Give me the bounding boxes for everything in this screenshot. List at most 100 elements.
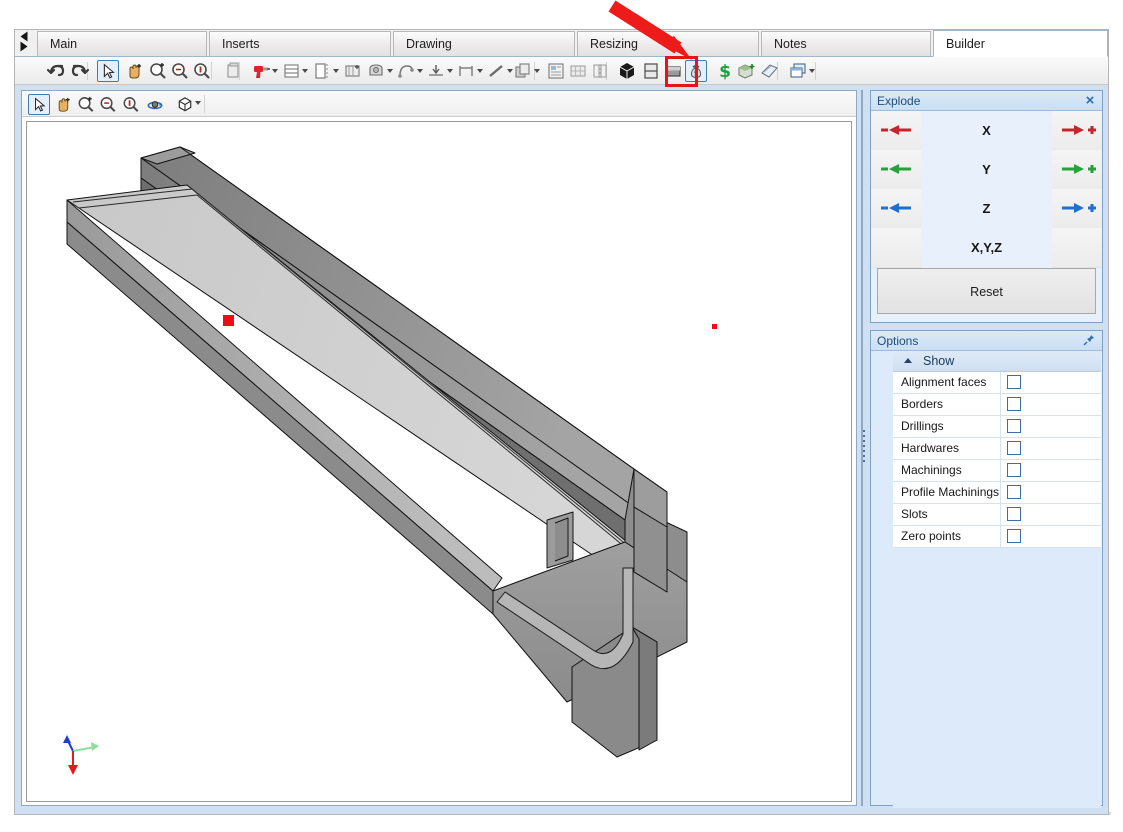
- window-layout-button[interactable]: [787, 60, 809, 82]
- tab-scroll-buttons[interactable]: [17, 30, 31, 56]
- checkbox-zero-points[interactable]: [1007, 529, 1021, 543]
- tab-drawing[interactable]: Drawing: [393, 31, 575, 56]
- cursor-arrow-icon: [98, 61, 118, 81]
- chevron-down-icon[interactable]: [302, 69, 308, 73]
- chevron-down-icon[interactable]: [195, 101, 201, 105]
- option-value-cell: [1001, 438, 1101, 459]
- chevron-down-icon[interactable]: [809, 69, 815, 73]
- model-3d-viewport[interactable]: [26, 121, 852, 802]
- redo-button[interactable]: [69, 60, 91, 82]
- close-icon[interactable]: ×: [1082, 93, 1098, 109]
- explode-z-minus[interactable]: [871, 189, 921, 229]
- option-label-slots: Slots: [893, 504, 1001, 525]
- option-label-profile-machinings: Profile Machinings: [893, 482, 1001, 503]
- reset-button[interactable]: Reset: [877, 268, 1096, 314]
- explode-y-minus[interactable]: [871, 150, 921, 190]
- line-tool-button[interactable]: [485, 60, 507, 82]
- copy-element-button[interactable]: [222, 60, 244, 82]
- toolbar-separator: [815, 62, 816, 80]
- checkbox-machinings[interactable]: [1007, 463, 1021, 477]
- chevron-down-icon[interactable]: [477, 69, 483, 73]
- options-group-show[interactable]: Show: [893, 351, 1101, 372]
- pan-tool-button[interactable]: [123, 60, 145, 82]
- chevron-down-icon[interactable]: [447, 69, 453, 73]
- tab-main[interactable]: Main: [37, 31, 207, 56]
- columns-layout-button[interactable]: [589, 60, 611, 82]
- explode-axis-label-x: X: [982, 123, 991, 138]
- report-button[interactable]: [545, 60, 567, 82]
- viewport-select-button[interactable]: [28, 94, 50, 115]
- price-dollar-button[interactable]: $: [714, 60, 736, 82]
- tab-builder[interactable]: Builder: [933, 30, 1108, 57]
- svg-text:$: $: [719, 62, 731, 82]
- view-cube-icon: [174, 94, 196, 115]
- cost-money-bag-button[interactable]: $: [685, 60, 707, 82]
- checkbox-slots[interactable]: [1007, 507, 1021, 521]
- chevron-down-icon[interactable]: [333, 69, 339, 73]
- viewport-zoom-out-button[interactable]: [97, 94, 119, 115]
- splitter-grip-dot: [863, 445, 865, 447]
- tab-inserts[interactable]: Inserts: [209, 31, 391, 56]
- pin-icon[interactable]: [1082, 333, 1098, 349]
- zoom-fit-icon: [120, 94, 142, 115]
- sweep-tool-button[interactable]: [425, 60, 447, 82]
- zoom-window-button[interactable]: [147, 60, 169, 82]
- zoom-fit-button[interactable]: [191, 60, 213, 82]
- drilling-tool-button[interactable]: [250, 60, 272, 82]
- viewport-zoom-in-button[interactable]: [75, 94, 97, 115]
- explode-x-plus[interactable]: [1052, 111, 1102, 151]
- chevron-down-icon[interactable]: [534, 69, 540, 73]
- viewport-orbit-button[interactable]: [144, 94, 166, 115]
- solid-view-button[interactable]: [616, 60, 638, 82]
- chevron-down-icon[interactable]: [272, 69, 278, 73]
- edge-band-button[interactable]: [758, 60, 780, 82]
- zoom-out-button[interactable]: [169, 60, 191, 82]
- tab-scroll-left-icon[interactable]: [20, 31, 28, 42]
- redo-icon: [69, 60, 91, 82]
- shaded-view-button[interactable]: [662, 60, 684, 82]
- explode-y-plus[interactable]: [1052, 150, 1102, 190]
- checkbox-hardwares[interactable]: [1007, 441, 1021, 455]
- option-row: Drillings: [893, 416, 1101, 438]
- dimension-tool-button[interactable]: [455, 60, 477, 82]
- checkbox-drillings[interactable]: [1007, 419, 1021, 433]
- select-tool-button[interactable]: [97, 60, 119, 82]
- machining-tool-button[interactable]: [342, 60, 364, 82]
- viewport-pan-button[interactable]: [52, 94, 74, 115]
- explode-all-plus[interactable]: [1052, 228, 1102, 268]
- explode-row-x: X: [871, 111, 1102, 151]
- tab-notes[interactable]: Notes: [761, 31, 931, 56]
- tab-scroll-right-icon[interactable]: [20, 41, 28, 52]
- checkbox-profile-machinings[interactable]: [1007, 485, 1021, 499]
- grooves-tool-button[interactable]: [280, 60, 302, 82]
- explode-z-plus[interactable]: [1052, 189, 1102, 229]
- undo-button[interactable]: [45, 60, 67, 82]
- explode-all-minus[interactable]: [871, 228, 921, 268]
- split-view-button[interactable]: [640, 60, 662, 82]
- add-material-button[interactable]: [736, 60, 758, 82]
- explode-row-z: Z: [871, 189, 1102, 229]
- explode-panel-body: X Y Z X,Y,Z Reset: [871, 111, 1102, 322]
- viewport-viewcube-button[interactable]: [174, 94, 196, 115]
- chevron-up-icon[interactable]: [904, 358, 912, 363]
- panel-splitter[interactable]: [860, 90, 868, 806]
- explode-axis-label-y: Y: [982, 162, 991, 177]
- splitter-grip-dot: [863, 450, 865, 452]
- tab-resizing[interactable]: Resizing: [577, 31, 759, 56]
- chevron-down-icon[interactable]: [387, 69, 393, 73]
- grid-layout-button[interactable]: [567, 60, 589, 82]
- explode-x-minus[interactable]: [871, 111, 921, 151]
- zoom-window-icon: [75, 94, 97, 115]
- model-3d-render: [66, 146, 688, 758]
- panel-edge-tool-button[interactable]: [311, 60, 333, 82]
- checkbox-alignment-faces[interactable]: [1007, 375, 1021, 389]
- pocket-tool-button[interactable]: [365, 60, 387, 82]
- viewport-zoom-fit-button[interactable]: [120, 94, 142, 115]
- stack-tool-button[interactable]: [512, 60, 534, 82]
- zoom-fit-icon: [191, 60, 213, 82]
- chevron-down-icon[interactable]: [417, 69, 423, 73]
- option-value-cell: [1001, 394, 1101, 415]
- checkbox-borders[interactable]: [1007, 397, 1021, 411]
- contour-tool-button[interactable]: [395, 60, 417, 82]
- options-panel-body: Show Alignment faces Borders Drillings Hardw…: [871, 351, 1102, 808]
